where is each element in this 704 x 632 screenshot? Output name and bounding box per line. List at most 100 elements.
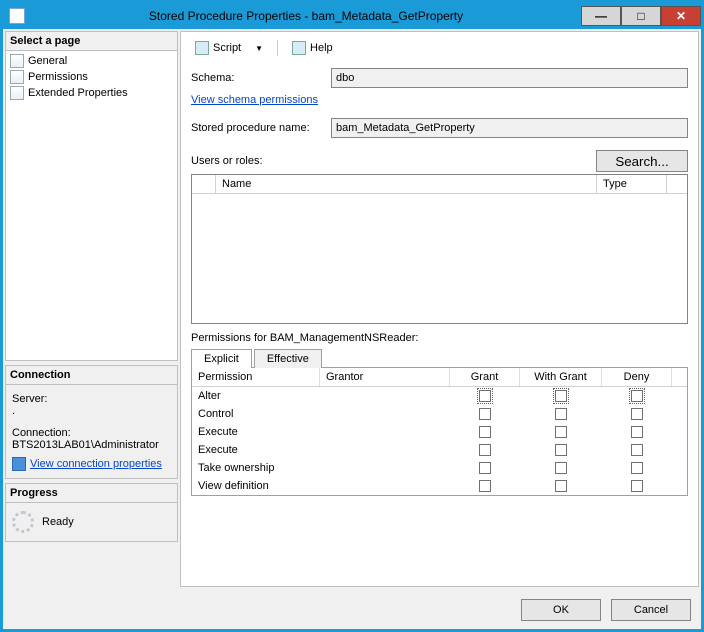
permissions-grid[interactable]: Permission Grantor Grant With Grant Deny… xyxy=(191,368,688,496)
select-page-header: Select a page xyxy=(6,32,177,51)
checkbox[interactable] xyxy=(631,408,643,420)
perm-grant-cell[interactable] xyxy=(450,477,520,495)
link-text: View connection properties xyxy=(30,458,162,470)
page-label: General xyxy=(28,55,67,67)
col-grantor[interactable]: Grantor xyxy=(320,368,450,386)
search-button[interactable]: Search... xyxy=(596,150,688,172)
users-col-tail xyxy=(667,175,687,193)
page-icon xyxy=(10,86,24,100)
users-roles-label: Users or roles: xyxy=(191,155,263,167)
checkbox[interactable] xyxy=(479,426,491,438)
perm-deny-cell[interactable] xyxy=(602,441,672,459)
checkbox[interactable] xyxy=(555,426,567,438)
perm-name: Alter xyxy=(192,387,320,405)
titlebar[interactable]: Stored Procedure Properties - bam_Metada… xyxy=(3,3,701,29)
col-deny[interactable]: Deny xyxy=(602,368,672,386)
view-connection-properties-link[interactable]: View connection properties xyxy=(12,457,162,471)
schema-field[interactable] xyxy=(331,68,688,88)
checkbox[interactable] xyxy=(555,462,567,474)
checkbox[interactable] xyxy=(631,444,643,456)
cancel-button[interactable]: Cancel xyxy=(611,599,691,621)
checkbox[interactable] xyxy=(555,444,567,456)
page-icon xyxy=(10,54,24,68)
checkbox[interactable] xyxy=(479,408,491,420)
checkbox[interactable] xyxy=(555,480,567,492)
page-extended-properties[interactable]: Extended Properties xyxy=(8,85,175,101)
perm-deny-cell[interactable] xyxy=(602,387,672,405)
col-with-grant[interactable]: With Grant xyxy=(520,368,602,386)
checkbox[interactable] xyxy=(631,390,643,402)
perm-grantor xyxy=(320,477,450,495)
perm-withgrant-cell[interactable] xyxy=(520,405,602,423)
checkbox[interactable] xyxy=(631,480,643,492)
users-col-icon[interactable] xyxy=(192,175,216,193)
perm-grant-cell[interactable] xyxy=(450,423,520,441)
perm-name: Execute xyxy=(192,423,320,441)
perm-withgrant-cell[interactable] xyxy=(520,387,602,405)
schema-label: Schema: xyxy=(191,72,331,84)
maximize-button[interactable]: □ xyxy=(621,6,661,26)
permission-row[interactable]: View definition xyxy=(192,477,687,495)
checkbox[interactable] xyxy=(479,444,491,456)
perm-deny-cell[interactable] xyxy=(602,477,672,495)
page-permissions[interactable]: Permissions xyxy=(8,69,175,85)
perm-grant-cell[interactable] xyxy=(450,387,520,405)
sp-name-label: Stored procedure name: xyxy=(191,122,331,134)
perm-withgrant-cell[interactable] xyxy=(520,477,602,495)
checkbox[interactable] xyxy=(479,480,491,492)
script-dropdown[interactable]: ▼ xyxy=(251,44,267,53)
checkbox[interactable] xyxy=(479,462,491,474)
perm-withgrant-cell[interactable] xyxy=(520,423,602,441)
perm-grant-cell[interactable] xyxy=(450,441,520,459)
tab-effective[interactable]: Effective xyxy=(254,349,322,368)
perm-grant-cell[interactable] xyxy=(450,405,520,423)
toolbar-separator xyxy=(277,40,278,56)
help-label: Help xyxy=(310,42,333,54)
dialog-footer: OK Cancel xyxy=(3,589,701,629)
permission-row[interactable]: Alter xyxy=(192,387,687,405)
page-label: Permissions xyxy=(28,71,88,83)
permission-row[interactable]: Execute xyxy=(192,423,687,441)
permission-row[interactable]: Execute xyxy=(192,441,687,459)
perm-deny-cell[interactable] xyxy=(602,423,672,441)
close-button[interactable]: ✕ xyxy=(661,6,701,26)
server-label: Server: xyxy=(12,393,171,405)
tab-explicit[interactable]: Explicit xyxy=(191,349,252,368)
permission-row[interactable]: Take ownership xyxy=(192,459,687,477)
perm-grant-cell[interactable] xyxy=(450,459,520,477)
permissions-for-label: Permissions for BAM_ManagementNSReader: xyxy=(191,332,688,344)
script-button[interactable]: Script xyxy=(191,40,245,56)
users-col-type[interactable]: Type xyxy=(597,175,667,193)
users-roles-list[interactable]: Name Type xyxy=(191,174,688,324)
minimize-button[interactable]: — xyxy=(581,6,621,26)
perm-withgrant-cell[interactable] xyxy=(520,441,602,459)
col-permission[interactable]: Permission xyxy=(192,368,320,386)
window-title: Stored Procedure Properties - bam_Metada… xyxy=(31,9,581,23)
page-label: Extended Properties xyxy=(28,87,128,99)
ok-button[interactable]: OK xyxy=(521,599,601,621)
toolbar: Script ▼ Help xyxy=(191,38,688,64)
checkbox[interactable] xyxy=(555,390,567,402)
page-icon xyxy=(10,70,24,84)
permissions-tabs: Explicit Effective xyxy=(191,348,688,368)
checkbox[interactable] xyxy=(555,408,567,420)
perm-grantor xyxy=(320,423,450,441)
col-grant[interactable]: Grant xyxy=(450,368,520,386)
permission-row[interactable]: Control xyxy=(192,405,687,423)
sp-name-field[interactable] xyxy=(331,118,688,138)
checkbox[interactable] xyxy=(631,426,643,438)
progress-panel: Progress Ready xyxy=(5,483,178,542)
perm-name: Take ownership xyxy=(192,459,320,477)
view-schema-permissions-link[interactable]: View schema permissions xyxy=(191,94,688,106)
checkbox[interactable] xyxy=(631,462,643,474)
perm-name: Control xyxy=(192,405,320,423)
page-general[interactable]: General xyxy=(8,53,175,69)
perm-withgrant-cell[interactable] xyxy=(520,459,602,477)
perm-deny-cell[interactable] xyxy=(602,459,672,477)
help-icon xyxy=(292,41,306,55)
connection-header: Connection xyxy=(6,366,177,385)
checkbox[interactable] xyxy=(479,390,491,402)
perm-deny-cell[interactable] xyxy=(602,405,672,423)
users-col-name[interactable]: Name xyxy=(216,175,597,193)
help-button[interactable]: Help xyxy=(288,40,337,56)
